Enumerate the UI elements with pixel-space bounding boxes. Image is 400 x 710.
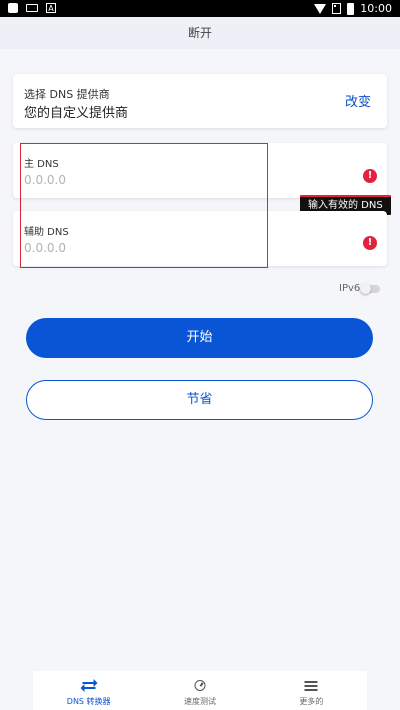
transfer-icon [80,679,98,692]
start-button[interactable]: 开始 [26,318,373,358]
dns-provider-card: 选择 DNS 提供商 您的自定义提供商 改变 [13,74,387,128]
primary-dns-input[interactable] [24,171,224,189]
notification-square-icon [8,3,18,13]
nav-speed-test-label: 速度测试 [183,697,216,706]
status-left-icons: A [8,3,56,13]
battery-icon [347,2,355,15]
secondary-dns-card: 辅助 DNS ! [13,211,387,266]
provider-label: 选择 DNS 提供商 [24,88,110,101]
bottom-navigation: DNS 转换器 速度测试 更多的 [33,671,367,710]
primary-dns-label: 主 DNS [24,159,59,170]
secondary-dns-error-icon[interactable]: ! [363,236,377,250]
status-time: 10:00 [360,2,392,15]
primary-dns-card: 主 DNS ! [13,143,387,198]
nav-speed-test[interactable]: 速度测试 [144,671,255,710]
keyboard-icon [26,4,38,12]
nav-dns-changer-label: DNS 转换器 [66,697,111,706]
menu-icon [304,680,318,691]
ipv6-label: IPv6 [339,283,361,294]
speed-gauge-icon [194,680,206,691]
sim-card-icon [332,3,342,14]
secondary-dns-input[interactable] [24,239,224,257]
nav-more-label: 更多的 [299,697,324,706]
ipv6-toggle[interactable] [360,283,380,294]
connection-status-title: 断开 [0,17,400,49]
status-bar: A 10:00 [0,0,400,17]
ipv6-toggle-knob [360,283,371,294]
app-a-icon: A [46,3,56,13]
change-provider-button[interactable]: 改变 [345,91,371,110]
nav-dns-changer[interactable]: DNS 转换器 [33,671,144,710]
provider-value: 您的自定义提供商 [24,106,129,121]
secondary-dns-label: 辅助 DNS [24,227,69,238]
nav-more[interactable]: 更多的 [256,671,367,710]
wifi-icon [314,3,327,14]
primary-dns-error-icon[interactable]: ! [363,169,377,183]
status-right-icons: 10:00 [314,2,392,15]
save-button[interactable]: 节省 [26,380,373,420]
